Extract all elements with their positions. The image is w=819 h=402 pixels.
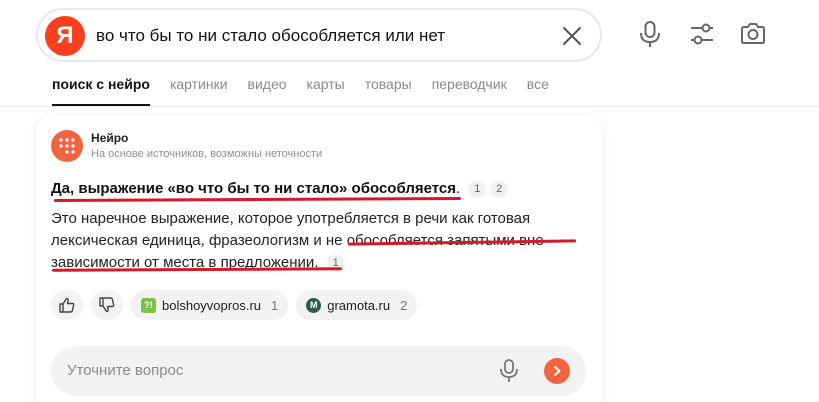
yandex-logo[interactable]: Я xyxy=(45,16,85,56)
microphone-icon[interactable] xyxy=(636,20,664,48)
tab-neiro-search[interactable]: поиск с нейро xyxy=(52,76,150,106)
neiro-answer-card: Нейро На основе источников, возможны нет… xyxy=(36,116,603,402)
followup-microphone-icon[interactable] xyxy=(497,358,521,384)
neiro-disclaimer: На основе источников, возможны неточност… xyxy=(91,148,323,160)
search-box[interactable]: Я во что бы то ни стало обособляется или… xyxy=(36,8,602,62)
neiro-avatar-icon xyxy=(51,130,83,162)
source-pill-bolshoyvopros[interactable]: ?! bolshoyvopros.ru 1 xyxy=(131,290,289,320)
like-button[interactable] xyxy=(51,290,83,320)
followup-input[interactable]: Уточните вопрос xyxy=(51,346,586,396)
followup-placeholder: Уточните вопрос xyxy=(67,362,184,379)
thumbs-up-icon xyxy=(59,297,75,313)
tab-maps[interactable]: карты xyxy=(307,76,345,106)
tabs-divider xyxy=(0,106,819,107)
filters-icon[interactable] xyxy=(688,20,716,48)
chevron-right-icon xyxy=(554,366,561,376)
tab-translator[interactable]: переводчик xyxy=(432,76,507,106)
citation-badge[interactable]: 1 xyxy=(468,181,487,198)
answer-body-line: Это наречное выражение, которое употребл… xyxy=(51,210,531,227)
bolshoyvopros-icon: ?! xyxy=(141,297,156,313)
answer-actions: ?! bolshoyvopros.ru 1 M gramota.ru 2 xyxy=(51,290,418,320)
source-count: 2 xyxy=(400,297,408,313)
tab-products[interactable]: товары xyxy=(365,76,412,106)
source-count: 1 xyxy=(271,297,279,313)
dislike-button[interactable] xyxy=(91,290,123,320)
citation-badge[interactable]: 2 xyxy=(490,181,509,198)
tab-images[interactable]: картинки xyxy=(170,76,228,106)
neiro-source-name: Нейро xyxy=(91,131,129,145)
clear-icon[interactable] xyxy=(560,24,584,48)
search-input[interactable]: во что бы то ни стало обособляется или н… xyxy=(96,26,445,46)
thumbs-down-icon xyxy=(99,297,115,313)
source-name: bolshoyvopros.ru xyxy=(162,297,261,313)
source-name: gramota.ru xyxy=(327,297,391,313)
source-pill-gramota[interactable]: M gramota.ru 2 xyxy=(296,290,418,320)
camera-icon[interactable] xyxy=(739,20,767,48)
send-button[interactable] xyxy=(544,358,570,384)
tab-video[interactable]: видео xyxy=(248,76,287,106)
answer-headline-text: Да, выражение «во что бы то ни стало» об… xyxy=(51,180,457,197)
answer-headline-period: . xyxy=(456,180,461,197)
gramota-icon: M xyxy=(306,297,322,313)
tab-all[interactable]: все xyxy=(527,76,549,106)
search-tabs: поиск с нейро картинки видео карты товар… xyxy=(52,76,569,106)
answer-headline: Да, выражение «во что бы то ни стало» об… xyxy=(51,180,509,198)
